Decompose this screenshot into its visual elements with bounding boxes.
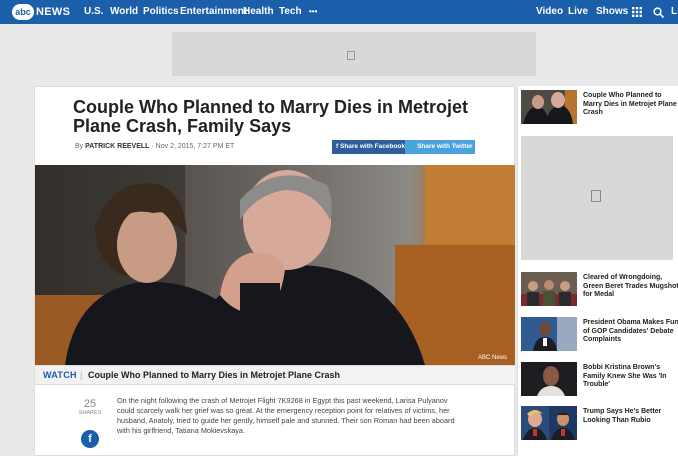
nav-politics[interactable]: Politics [143,6,179,17]
story-caption: Bobbi Kristina Brown's Family Knew She W… [583,364,667,388]
article-card: Couple Who Planned to Marry Dies in Metr… [34,86,515,456]
story-thumbnail [521,362,577,396]
top-ad-placeholder [172,32,536,76]
sidebar-story[interactable]: Couple Who Planned to Marry Dies in Metr… [521,90,678,126]
watch-divider: | [80,370,83,380]
share-facebook-button[interactable]: f Share with Facebook [332,140,410,154]
publish-date: Nov 2, 2015, 7:27 PM ET [155,143,235,150]
nav-entertainment[interactable]: Entertainment [180,6,247,17]
ad-image-icon [347,51,355,60]
share-facebook-label: Share with Facebook [339,143,406,150]
story-caption: Cleared of Wrongdoing, Green Beret Trade… [583,274,678,298]
photo-credit: ABC News [477,355,507,361]
byline: By PATRICK REEVELL · Nov 2, 2015, 7:27 P… [75,143,235,150]
sidebar: Couple Who Planned to Marry Dies in Metr… [517,86,678,456]
news-logo-text: NEWS [36,6,71,18]
nav-video[interactable]: Video [536,6,563,17]
author-name[interactable]: PATRICK REEVELL [85,143,149,150]
watch-video-title[interactable]: Couple Who Planned to Marry Dies in Metr… [88,366,340,385]
twitter-icon: 🐦 [409,143,418,150]
ad-image-icon [591,190,601,202]
nav-live[interactable]: Live [568,6,588,17]
story-thumbnail [521,406,577,440]
story-thumbnail [521,317,577,351]
nav-more[interactable]: ••• [309,7,317,16]
story-thumbnail [521,272,577,306]
share-twitter-label: Share with Twitter [417,143,473,150]
article-headline: Couple Who Planned to Marry Dies in Metr… [73,97,469,136]
story-caption: Trump Says He's Better Looking Than Rubi… [583,408,662,424]
top-navigation-bar: abc NEWS U.S. World Politics Entertainme… [0,0,678,24]
grid-icon[interactable] [632,7,642,17]
search-icon[interactable] [653,7,664,18]
sidebar-story[interactable]: Bobbi Kristina Brown's Family Knew She W… [521,362,678,398]
story-thumbnail [521,90,577,124]
story-caption: President Obama Makes Fun of GOP Candida… [583,319,678,343]
story-caption: Couple Who Planned to Marry Dies in Metr… [583,92,677,116]
sidebar-story[interactable]: Trump Says He's Better Looking Than Rubi… [521,406,678,442]
sidebar-story[interactable]: Cleared of Wrongdoing, Green Beret Trade… [521,272,678,308]
abc-news-logo[interactable]: abc NEWS [12,4,70,20]
photo-scene [35,165,515,365]
article-photo[interactable]: ABC News [35,165,515,365]
user-account-initial[interactable]: L [671,6,677,17]
facebook-share-icon[interactable]: f [81,430,99,448]
article-body: On the night following the crash of Metr… [117,396,455,435]
nav-health[interactable]: Health [243,6,274,17]
share-count: 25 [83,398,97,410]
nav-shows[interactable]: Shows [596,6,628,17]
abc-logo-mark: abc [12,4,34,20]
sidebar-story[interactable]: President Obama Makes Fun of GOP Candida… [521,317,678,353]
watch-label: WATCH [43,370,77,380]
share-counter: 25 SHARES [77,398,103,416]
watch-video-bar[interactable]: WATCH | Couple Who Planned to Marry Dies… [35,365,515,385]
nav-tech[interactable]: Tech [279,6,302,17]
nav-us[interactable]: U.S. [84,6,103,17]
sidebar-ad-placeholder [521,136,673,260]
byline-prefix: By [75,143,84,150]
share-twitter-button[interactable]: 🐦Share with Twitter [405,140,475,154]
nav-world[interactable]: World [110,6,138,17]
share-count-label: SHARES [78,410,102,416]
